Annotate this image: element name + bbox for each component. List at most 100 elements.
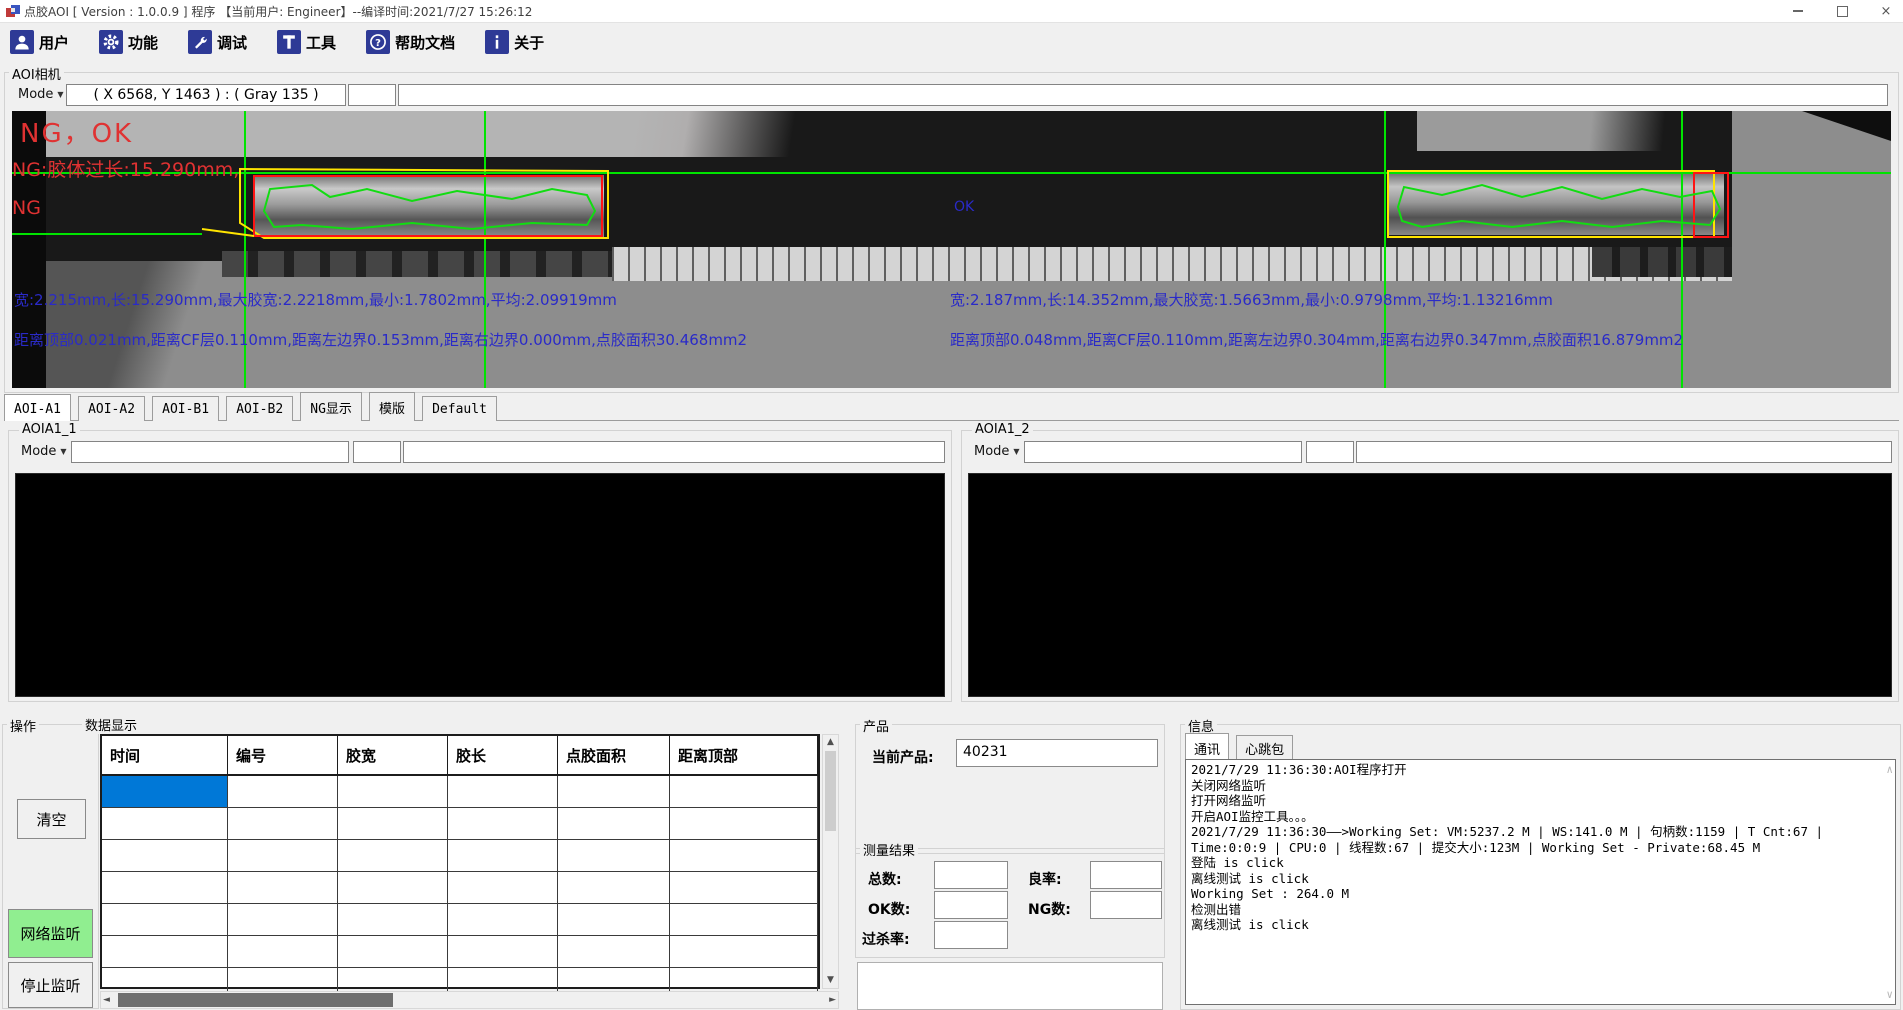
log-line: 离线测试 is click — [1191, 917, 1881, 933]
table-cell[interactable] — [558, 776, 670, 807]
table-header-row: 时间 编号 胶宽 胶长 点胶面积 距离顶部 — [102, 736, 818, 776]
col-header-glue-area[interactable]: 点胶面积 — [558, 736, 670, 774]
current-product-field[interactable]: 40231 — [956, 739, 1158, 767]
clear-button[interactable]: 清空 — [17, 799, 86, 839]
tab-heartbeat[interactable]: 心跳包 — [1236, 735, 1293, 760]
table-row[interactable] — [102, 904, 818, 936]
tab-aoi-b2[interactable]: AOI-B2 — [226, 396, 293, 421]
overkill-field[interactable] — [934, 921, 1008, 949]
tab-aoi-a2[interactable]: AOI-A2 — [78, 396, 145, 421]
aoia1-2-mode-dropdown[interactable]: Mode▼ — [970, 441, 1028, 461]
product-group-label: 产品 — [860, 716, 892, 735]
camera-field-small[interactable] — [348, 84, 396, 106]
table-cell-selected[interactable] — [102, 776, 228, 807]
camera-mode-dropdown[interactable]: Mode▼ — [14, 84, 72, 104]
col-header-dist-top[interactable]: 距离顶部 — [670, 736, 818, 774]
data-table: 时间 编号 胶宽 胶长 点胶面积 距离顶部 — [100, 734, 820, 989]
scroll-up-icon[interactable]: ∧ — [1886, 762, 1893, 778]
tools-icon — [277, 30, 301, 54]
tab-default[interactable]: Default — [422, 396, 497, 421]
toolbar-item-about[interactable]: 关于 — [485, 30, 544, 54]
left-stats-line2: 距离顶部0.021mm,距离CF层0.110mm,距离左边界0.153mm,距离… — [14, 329, 747, 350]
total-field[interactable] — [934, 861, 1008, 889]
yield-field[interactable] — [1090, 861, 1162, 889]
current-product-value: 40231 — [963, 744, 1008, 760]
toolbar-item-help[interactable]: ? 帮助文档 — [366, 30, 455, 54]
maximize-icon — [1837, 6, 1848, 17]
aoia1-1-field-a[interactable] — [71, 441, 349, 463]
camera-coords-field[interactable]: ( X 6568, Y 1463 ) : ( Gray 135 ) — [66, 84, 346, 106]
right-stats-line1: 宽:2.187mm,长:14.352mm,最大胶宽:1.5663mm,最小:0.… — [950, 289, 1553, 310]
table-row[interactable] — [102, 936, 818, 968]
right-stats-line2: 距离顶部0.048mm,距离CF层0.110mm,距离左边界0.304mm,距离… — [950, 329, 1683, 350]
total-label: 总数: — [868, 869, 902, 889]
scroll-up-icon[interactable]: ▲ — [823, 735, 838, 750]
table-cell[interactable] — [448, 776, 558, 807]
scroll-left-icon[interactable]: ◄ — [103, 992, 110, 1008]
left-stats-line1: 宽:2.215mm,长:15.290mm,最大胶宽:2.2218mm,最小:1.… — [14, 289, 617, 310]
scrollbar-thumb[interactable] — [825, 751, 836, 831]
user-icon — [10, 30, 34, 54]
table-cell[interactable] — [338, 776, 448, 807]
maximize-button[interactable] — [1835, 4, 1849, 18]
scroll-down-icon[interactable]: ∨ — [1886, 987, 1893, 1003]
minimize-button[interactable] — [1791, 4, 1805, 18]
log-line: 关闭网络监听 — [1191, 778, 1881, 794]
scrollbar-thumb[interactable] — [118, 993, 393, 1007]
log-line: 2021/7/29 11:36:30:AOI程序打开 — [1191, 762, 1881, 778]
col-header-glue-width[interactable]: 胶宽 — [338, 736, 448, 774]
aoia1-1-mode-dropdown[interactable]: Mode▼ — [17, 441, 75, 461]
table-row[interactable] — [102, 808, 818, 840]
table-cell[interactable] — [228, 776, 338, 807]
view-tabstrip: AOI-A1 AOI-A2 AOI-B1 AOI-B2 NG显示 模版 Defa… — [4, 392, 1899, 421]
glue-contour-left — [264, 185, 595, 229]
chevron-down-icon: ▼ — [57, 90, 63, 99]
col-header-id[interactable]: 编号 — [228, 736, 338, 774]
aoia1-1-field-b[interactable] — [353, 441, 401, 463]
close-button[interactable]: × — [1879, 4, 1893, 18]
tab-template[interactable]: 模版 — [369, 392, 415, 421]
network-listen-button[interactable]: 网络监听 — [8, 909, 93, 958]
title-bar: 点胶AOI [ Version : 1.0.0.9 ] 程序 【当前用户: En… — [0, 0, 1903, 23]
table-row[interactable] — [102, 872, 818, 904]
ok-count-field[interactable] — [934, 891, 1008, 919]
table-row[interactable] — [102, 840, 818, 872]
toolbar-item-function[interactable]: 功能 — [99, 30, 158, 54]
col-header-glue-length[interactable]: 胶长 — [448, 736, 558, 774]
glue-contour-right — [1398, 185, 1720, 227]
camera-image-view[interactable]: NG，OK NG:胶体过长:15.290mm, NG OK 宽:2.215mm,… — [12, 111, 1891, 388]
tab-ng-display[interactable]: NG显示 — [300, 392, 362, 421]
col-header-time[interactable]: 时间 — [102, 736, 228, 774]
yield-label: 良率: — [1028, 869, 1062, 889]
aoia1-2-field-c[interactable] — [1356, 441, 1892, 463]
ng-count-field[interactable] — [1090, 891, 1162, 919]
tab-comm[interactable]: 通讯 — [1185, 733, 1229, 760]
table-horizontal-scrollbar[interactable]: ◄ ► — [100, 991, 839, 1009]
log-line: 2021/7/29 11:36:30——>Working Set: VM:523… — [1191, 824, 1881, 840]
table-vertical-scrollbar[interactable]: ▲ ▼ — [822, 734, 839, 989]
log-line: Time:0:0:9 | CPU:0 | 线程数:67 | 提交大小:123M … — [1191, 840, 1881, 856]
table-row[interactable] — [102, 776, 818, 808]
aoia1-2-field-a[interactable] — [1024, 441, 1302, 463]
aoia1-2-field-b[interactable] — [1306, 441, 1354, 463]
aoia1-1-group-label: AOIA1_1 — [19, 422, 80, 437]
camera-field-wide[interactable] — [398, 84, 1888, 106]
aoia1-1-image-pane[interactable] — [15, 473, 945, 697]
toolbar-item-user[interactable]: 用户 — [10, 30, 69, 54]
gear-icon — [99, 30, 123, 54]
aoia1-2-image-pane[interactable] — [968, 473, 1892, 697]
scroll-right-icon[interactable]: ► — [829, 992, 836, 1008]
tab-aoi-b1[interactable]: AOI-B1 — [152, 396, 219, 421]
aoia1-1-field-c[interactable] — [403, 441, 945, 463]
minimize-icon — [1793, 10, 1803, 12]
stop-listen-button[interactable]: 停止监听 — [8, 962, 93, 1008]
data-display-label: 数据显示 — [82, 715, 140, 734]
table-cell[interactable] — [670, 776, 818, 807]
tab-aoi-a1[interactable]: AOI-A1 — [4, 394, 71, 421]
log-line: 检测出错 — [1191, 902, 1881, 918]
toolbar-item-debug[interactable]: 调试 — [188, 30, 247, 54]
comm-log[interactable]: 2021/7/29 11:36:30:AOI程序打开 关闭网络监听 打开网络监听… — [1185, 759, 1896, 1005]
scroll-down-icon[interactable]: ▼ — [823, 973, 838, 988]
toolbar-item-tools[interactable]: 工具 — [277, 30, 336, 54]
overkill-label: 过杀率: — [862, 929, 910, 949]
